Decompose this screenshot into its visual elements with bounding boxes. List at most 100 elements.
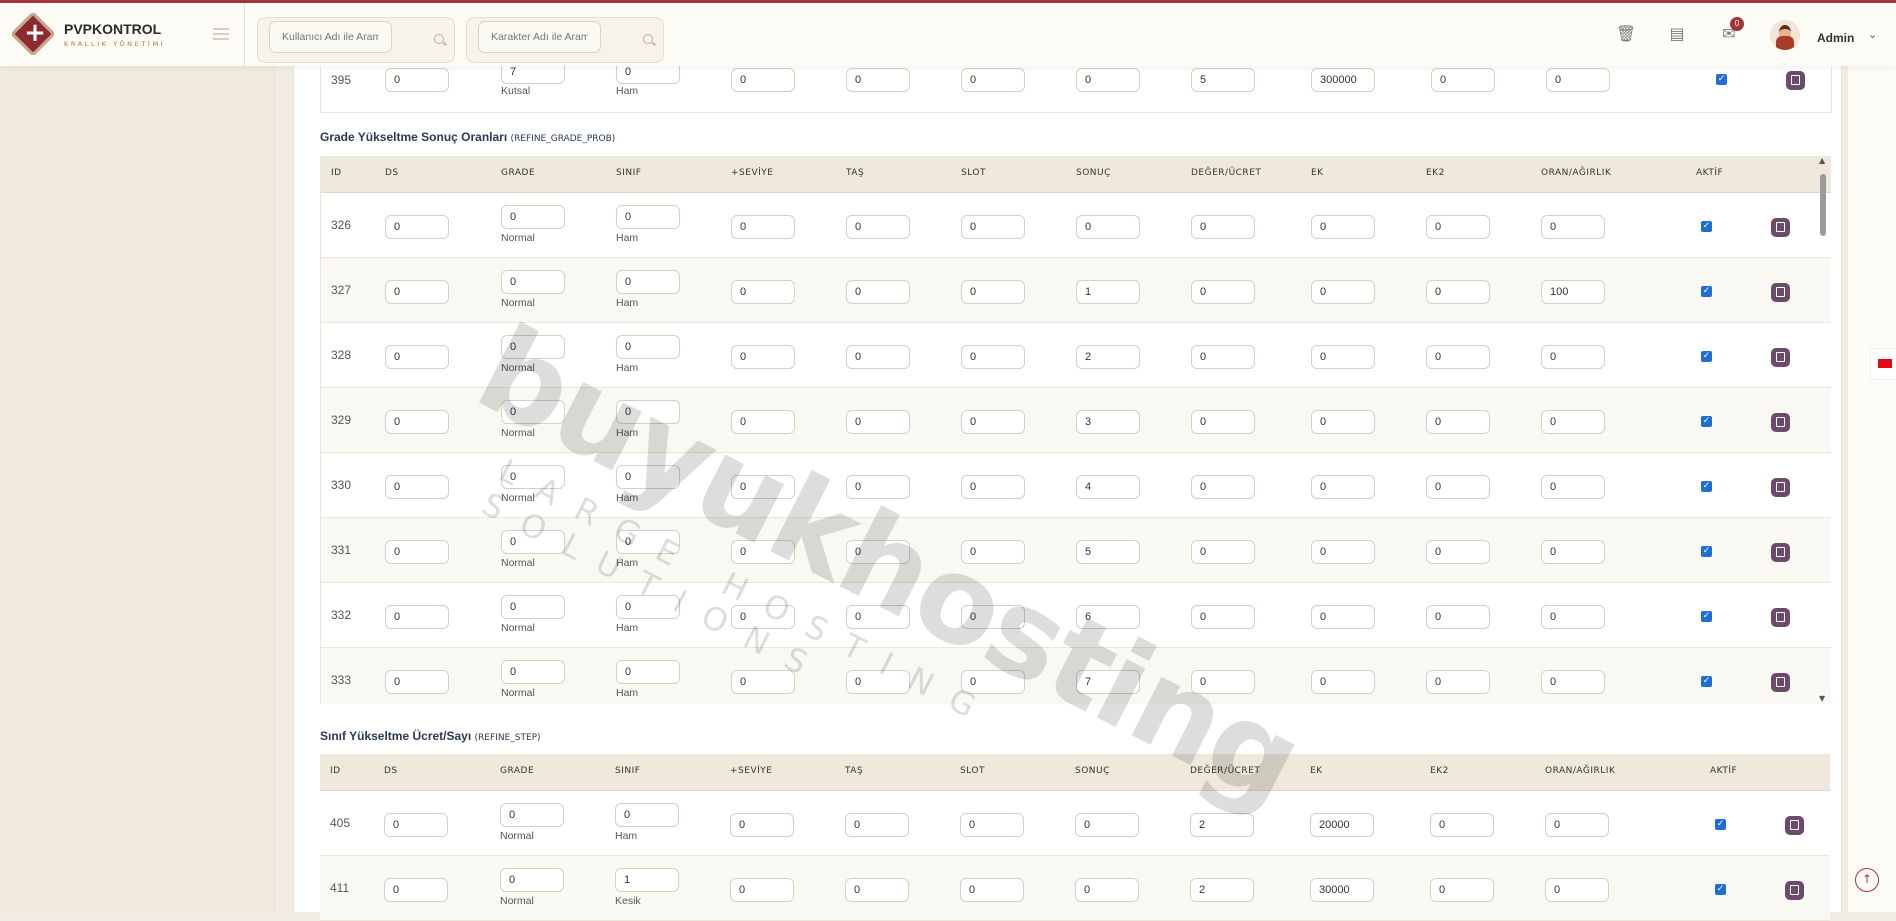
ek-input[interactable] [1311,540,1375,564]
sonuc-input[interactable] [1076,410,1140,434]
trash-icon[interactable]: 🗑 [1615,23,1637,45]
ek-input[interactable] [1311,605,1375,629]
tas-input[interactable] [846,410,910,434]
ds-input[interactable] [385,670,449,694]
ek2-input[interactable] [1426,280,1490,304]
sonuc-input[interactable] [1076,215,1140,239]
oran-input[interactable] [1541,410,1605,434]
sonuc-input[interactable] [1075,813,1139,837]
active-checkbox[interactable]: ✓ [1701,481,1712,492]
deger-input[interactable] [1191,215,1255,239]
seviye-input[interactable] [731,410,795,434]
active-checkbox[interactable]: ✓ [1701,546,1712,557]
grade-input[interactable] [500,803,564,827]
ds-input[interactable] [384,878,448,902]
save-button[interactable] [1771,218,1790,237]
user-name[interactable]: Admin [1817,31,1854,45]
active-checkbox[interactable]: ✓ [1701,416,1712,427]
slot-input[interactable] [961,215,1025,239]
grade-input[interactable] [501,270,565,294]
sinif-input[interactable] [616,335,680,359]
table-scrollbar[interactable]: ▲ ▼ [1818,156,1828,704]
grade-input[interactable] [500,868,564,892]
tas-input[interactable] [846,68,910,92]
ds-input[interactable] [385,280,449,304]
ek2-input[interactable] [1426,215,1490,239]
ek-input[interactable] [1310,813,1374,837]
ek2-input[interactable] [1430,878,1494,902]
ek2-input[interactable] [1430,813,1494,837]
save-button[interactable] [1785,816,1804,835]
hamburger-icon[interactable] [213,28,229,40]
seviye-input[interactable] [731,475,795,499]
deger-input[interactable] [1191,475,1255,499]
seviye-input[interactable] [730,813,794,837]
active-checkbox[interactable]: ✓ [1701,611,1712,622]
sinif-input[interactable] [615,868,679,892]
ds-input[interactable] [384,813,448,837]
character-search-input[interactable] [478,21,601,53]
oran-input[interactable] [1541,280,1605,304]
sinif-input[interactable] [616,205,680,229]
active-checkbox[interactable]: ✓ [1701,286,1712,297]
tas-input[interactable] [845,878,909,902]
active-checkbox[interactable]: ✓ [1715,819,1726,830]
sinif-input[interactable] [616,270,680,294]
seviye-input[interactable] [731,605,795,629]
seviye-input[interactable] [730,878,794,902]
deger-input[interactable] [1191,540,1255,564]
ek-input[interactable] [1311,345,1375,369]
slot-input[interactable] [960,813,1024,837]
slot-input[interactable] [961,475,1025,499]
oran-input[interactable] [1545,878,1609,902]
grade-input[interactable] [501,465,565,489]
deger-input[interactable] [1191,345,1255,369]
grade-input[interactable] [501,205,565,229]
sonuc-input[interactable] [1076,670,1140,694]
oran-input[interactable] [1541,345,1605,369]
sinif-input[interactable] [615,803,679,827]
ds-input[interactable] [385,540,449,564]
tas-input[interactable] [846,345,910,369]
ds-input[interactable] [385,605,449,629]
grade-input[interactable] [501,335,565,359]
ds-input[interactable] [385,68,449,92]
save-button[interactable] [1771,413,1790,432]
user-search-input[interactable] [269,21,392,53]
ek2-input[interactable] [1426,540,1490,564]
grade-input[interactable] [501,595,565,619]
brand[interactable]: + PVPKONTROL KRALLIK YÖNETİMİ [0,3,245,66]
search-icon[interactable] [434,34,444,44]
tas-input[interactable] [846,605,910,629]
seviye-input[interactable] [731,345,795,369]
ds-input[interactable] [385,345,449,369]
deger-input[interactable] [1191,410,1255,434]
seviye-input[interactable] [731,215,795,239]
ek2-input[interactable] [1426,410,1490,434]
sinif-input[interactable] [616,400,680,424]
sonuc-input[interactable] [1075,878,1139,902]
deger-input[interactable] [1190,878,1254,902]
prob-table[interactable]: ID DS GRADE SINIF +SEVİYE TAŞ SLOT SONUÇ DEĞER/Ü… [320,156,1831,704]
calendar-icon[interactable]: ▤ [1666,23,1688,45]
seviye-input[interactable] [731,68,795,92]
tas-input[interactable] [846,475,910,499]
slot-input[interactable] [961,670,1025,694]
ek2-input[interactable] [1426,475,1490,499]
slot-input[interactable] [961,410,1025,434]
grade-input[interactable] [501,400,565,424]
ds-input[interactable] [385,215,449,239]
deger-input[interactable] [1190,813,1254,837]
sinif-input[interactable] [616,530,680,554]
ek-input[interactable] [1311,410,1375,434]
save-button[interactable] [1771,608,1790,627]
active-checkbox[interactable]: ✓ [1701,351,1712,362]
ek2-input[interactable] [1426,605,1490,629]
tas-input[interactable] [846,670,910,694]
oran-input[interactable] [1541,475,1605,499]
save-button[interactable] [1771,348,1790,367]
sonuc-input[interactable] [1076,540,1140,564]
ek-input[interactable] [1311,280,1375,304]
sinif-input[interactable] [616,660,680,684]
seviye-input[interactable] [731,280,795,304]
